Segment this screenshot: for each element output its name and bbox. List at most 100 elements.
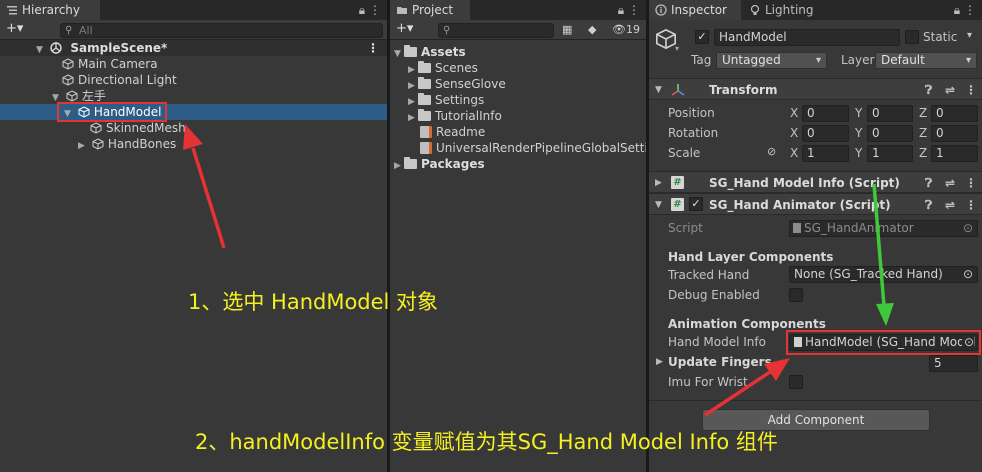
scriptable-asset-icon	[420, 142, 432, 154]
scale-x-field[interactable]: 1	[802, 145, 849, 162]
more-icon[interactable]: ⋮	[628, 3, 640, 17]
more-icon[interactable]: ⋮	[965, 79, 977, 101]
search-by-type-icon[interactable]: ▦	[562, 23, 572, 36]
project-packages-row[interactable]: ▶ Packages	[390, 156, 646, 172]
transform-header[interactable]: ▼ Transform ❓︎ ⇌ ⋮	[649, 78, 982, 100]
update-fingers-label[interactable]: Update Fingers	[668, 355, 772, 369]
hierarchy-item-label: Directional Light	[78, 73, 177, 87]
rotation-y-field[interactable]: 0	[867, 125, 913, 142]
rotation-x-field[interactable]: 0	[802, 125, 849, 142]
project-folder-scenes[interactable]: ▶ Scenes	[390, 60, 646, 76]
project-assets-row[interactable]: ▼ Assets	[390, 44, 646, 60]
script-file-icon	[793, 223, 801, 233]
search-by-label-icon[interactable]: ◆	[588, 23, 596, 36]
hierarchy-item-main-camera[interactable]: Main Camera	[0, 56, 387, 72]
presets-icon[interactable]: ⇌	[945, 172, 955, 194]
tab-hierarchy-label: Hierarchy	[22, 3, 81, 17]
update-fingers-foldout-icon[interactable]: ▶	[656, 357, 663, 367]
add-button[interactable]: +▾	[396, 21, 413, 36]
help-icon[interactable]: ❓︎	[925, 172, 932, 194]
scene-menu-icon[interactable]: ⋮	[367, 40, 379, 56]
search-icon: ⚲	[65, 25, 73, 36]
active-checkbox[interactable]: ✓	[695, 30, 709, 44]
gameobject-icon	[62, 74, 74, 86]
file-label: UniversalRenderPipelineGlobalSettings	[436, 141, 646, 155]
object-picker-icon[interactable]: ⊙	[963, 267, 973, 282]
hierarchy-search-placeholder: All	[79, 24, 93, 37]
position-y-field[interactable]: 0	[867, 105, 913, 122]
help-icon[interactable]: ❓︎	[925, 79, 932, 101]
more-icon[interactable]: ⋮	[965, 172, 977, 194]
hidden-packages-icon[interactable]: 👁︎19	[612, 23, 640, 36]
tag-dropdown[interactable]: Untagged	[716, 52, 827, 69]
layer-dropdown[interactable]: Default	[875, 52, 977, 69]
tab-lighting[interactable]: Lighting	[743, 0, 829, 20]
add-button[interactable]: +▾	[6, 21, 23, 36]
component-enabled-checkbox[interactable]: ✓	[689, 197, 703, 211]
gameobject-icon	[62, 58, 74, 70]
object-name-field[interactable]: HandModel	[714, 29, 900, 46]
model-info-component-header[interactable]: ▶ # SG_Hand Model Info (Script) ❓︎ ⇌ ⋮	[649, 171, 982, 193]
hierarchy-item-handbones[interactable]: ▶ HandBones	[0, 136, 387, 152]
scale-z-field[interactable]: 1	[931, 145, 978, 162]
hierarchy-tab-menu[interactable]: 🔒︎ ⋮	[359, 0, 381, 20]
icon-dropdown-icon[interactable]: ▾	[675, 44, 679, 53]
foldout-arrow-icon[interactable]: ▼	[655, 194, 662, 216]
update-fingers-size-field[interactable]: 5	[929, 355, 978, 372]
project-file-readme[interactable]: Readme	[390, 124, 646, 140]
project-folder-tutorialinfo[interactable]: ▶ TutorialInfo	[390, 108, 646, 124]
animator-component-header[interactable]: ▼ # ✓ SG_Hand Animator (Script) ❓︎ ⇌ ⋮	[649, 193, 982, 215]
static-checkbox[interactable]	[905, 30, 919, 44]
hierarchy-search-input[interactable]: ⚲ All	[60, 23, 383, 38]
gameobject-icon	[66, 90, 78, 102]
project-file-urp-settings[interactable]: UniversalRenderPipelineGlobalSettings	[390, 140, 646, 156]
hierarchy-item-directional-light[interactable]: Directional Light	[0, 72, 387, 88]
hierarchy-panel: Hierarchy 🔒︎ ⋮ +▾ ⚲ All ▼ SampleScene* ⋮…	[0, 0, 387, 472]
debug-enabled-checkbox[interactable]	[789, 288, 803, 302]
inspector-panel: Inspector Lighting 🔒︎ ⋮ ▾ ✓ HandModel St…	[649, 0, 982, 472]
y-axis-label: Y	[855, 106, 863, 120]
file-label: Readme	[436, 125, 486, 139]
imu-for-wrist-checkbox[interactable]	[789, 375, 803, 389]
constrain-proportions-icon[interactable]: ⊘	[767, 145, 776, 158]
y-axis-label: Y	[855, 146, 863, 160]
hierarchy-item-skinnedmesh[interactable]: SkinnedMesh	[0, 120, 387, 136]
project-tab-menu[interactable]: 🔒︎ ⋮	[618, 0, 640, 20]
tab-inspector[interactable]: Inspector	[649, 0, 741, 20]
script-icon: #	[671, 198, 684, 211]
rotation-z-field[interactable]: 0	[931, 125, 978, 142]
collapse-arrow-icon[interactable]: ▶	[394, 158, 404, 174]
tracked-hand-field[interactable]: None (SG_Tracked Hand) ⊙	[789, 266, 978, 283]
position-x-field[interactable]: 0	[802, 105, 849, 122]
collapse-arrow-icon[interactable]: ▶	[78, 138, 88, 154]
lock-icon[interactable]: 🔒︎	[618, 3, 624, 17]
help-icon[interactable]: ❓︎	[925, 194, 932, 216]
inspector-tab-menu[interactable]: 🔒︎ ⋮	[954, 0, 976, 20]
transform-title: Transform	[709, 83, 778, 97]
scale-y-field[interactable]: 1	[867, 145, 913, 162]
project-panel: Project 🔒︎ ⋮ +▾ ⚲ ▦ ◆ 👁︎19 ▼ Assets ▶ Scen…	[390, 0, 646, 472]
project-search-input[interactable]: ⚲	[438, 23, 554, 38]
position-label: Position	[668, 106, 715, 120]
foldout-arrow-icon[interactable]: ▶	[655, 172, 662, 194]
project-folder-settings[interactable]: ▶ Settings	[390, 92, 646, 108]
folder-icon	[397, 7, 407, 14]
scene-row[interactable]: ▼ SampleScene* ⋮	[0, 40, 387, 56]
presets-icon[interactable]: ⇌	[945, 79, 955, 101]
static-dropdown-icon[interactable]: ▾	[967, 30, 972, 41]
presets-icon[interactable]: ⇌	[945, 194, 955, 216]
lock-icon[interactable]: 🔒︎	[359, 3, 365, 17]
tab-hierarchy[interactable]: Hierarchy	[0, 0, 100, 20]
more-icon[interactable]: ⋮	[369, 3, 381, 17]
project-folder-senseglove[interactable]: ▶ SenseGlove	[390, 76, 646, 92]
position-z-field[interactable]: 0	[931, 105, 978, 122]
tab-project[interactable]: Project	[390, 0, 470, 20]
lock-icon[interactable]: 🔒︎	[954, 3, 960, 17]
more-icon[interactable]: ⋮	[965, 194, 977, 216]
more-icon[interactable]: ⋮	[964, 3, 976, 17]
handmodel-highlight-box	[57, 102, 167, 122]
x-axis-label: X	[790, 106, 799, 120]
foldout-arrow-icon[interactable]: ▼	[655, 79, 662, 101]
hidden-count: 19	[625, 23, 640, 36]
lightbulb-icon	[750, 4, 760, 15]
